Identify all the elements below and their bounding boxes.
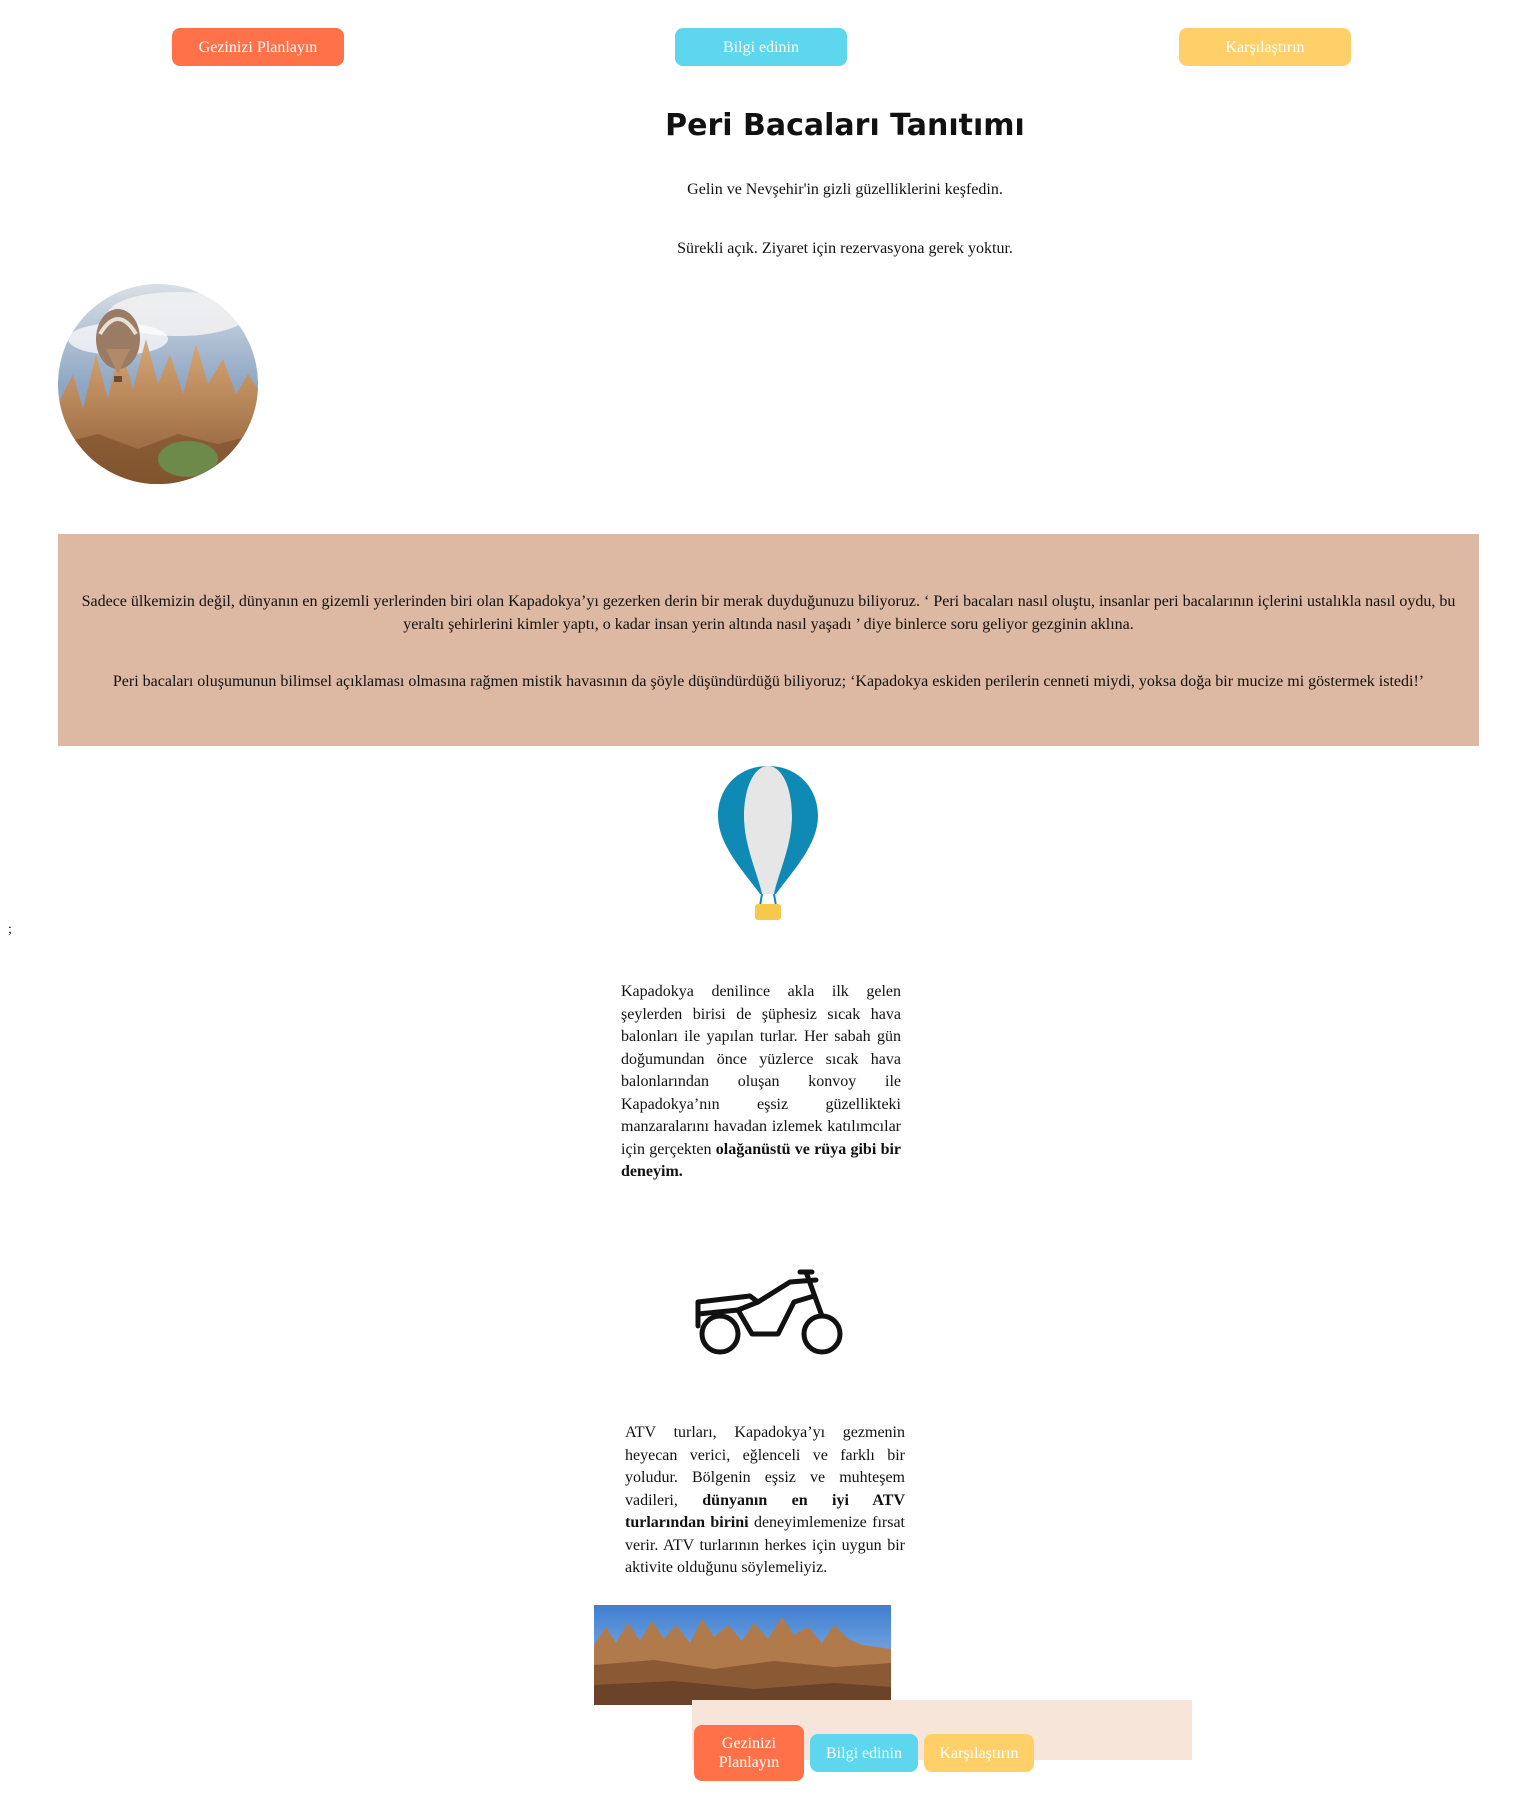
footer-compare-button[interactable]: Karşılaştırın (924, 1734, 1034, 1772)
intro-paragraph-2: Peri bacaları oluşumunun bilimsel açıkla… (112, 673, 1425, 690)
panorama-image-fairy-chimneys (594, 1605, 891, 1705)
page-title: Peri Bacaları Tanıtımı (665, 108, 1025, 143)
hot-air-balloon-icon (716, 764, 820, 922)
atv-description: ATV turları, Kapadokya’yı gezmenin heyec… (625, 1422, 905, 1580)
compare-button[interactable]: Karşılaştırın (1179, 28, 1351, 66)
hero-image-fairy-chimneys (58, 284, 258, 484)
balloon-text: Kapadokya denilince akla ilk gelen şeyle… (621, 983, 901, 1158)
stray-semicolon: ; (8, 922, 12, 937)
intro-section: Sadece ülkemizin değil, dünyanın en gize… (58, 534, 1479, 746)
footer-get-info-button[interactable]: Bilgi edinin (810, 1734, 918, 1772)
atv-motorcycle-icon (694, 1268, 846, 1360)
footer-plan-trip-button[interactable]: Gezinizi Planlayın (694, 1725, 804, 1781)
page-subtitle: Gelin ve Nevşehir'in gizli güzelliklerin… (687, 181, 1003, 198)
opening-notice: Sürekli açık. Ziyaret için rezervasyona … (677, 240, 1013, 257)
plan-trip-button[interactable]: Gezinizi Planlayın (172, 28, 344, 66)
get-info-button[interactable]: Bilgi edinin (675, 28, 847, 66)
intro-paragraph-1: Sadece ülkemizin değil, dünyanın en gize… (81, 593, 1456, 633)
balloon-description: Kapadokya denilince akla ilk gelen şeyle… (621, 981, 901, 1184)
